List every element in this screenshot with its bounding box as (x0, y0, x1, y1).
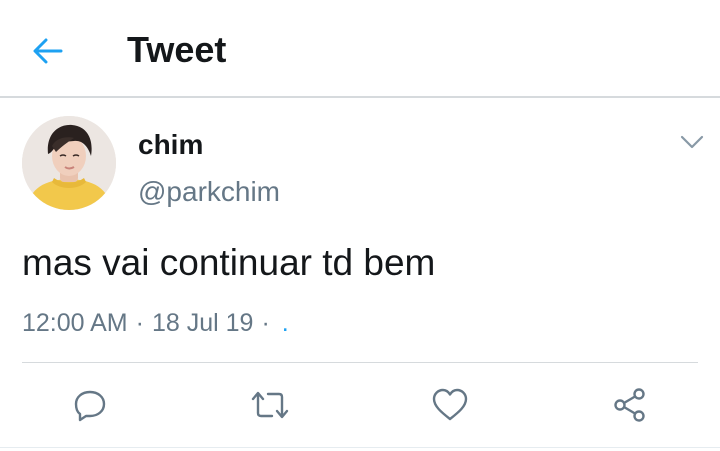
heart-icon (432, 388, 468, 421)
tweet-meta: 12:00 AM · 18 Jul 19 ·. (22, 308, 289, 338)
avatar[interactable] (22, 116, 116, 210)
user-handle[interactable]: @parkchim (138, 175, 280, 209)
display-name[interactable]: chim (138, 128, 203, 162)
share-icon (614, 388, 645, 422)
share-button[interactable] (610, 385, 650, 425)
back-button[interactable] (30, 33, 66, 69)
tweet-date: 18 Jul 19 (151, 309, 254, 337)
tweet-menu-button[interactable] (678, 130, 706, 154)
meta-separator: · (135, 309, 144, 337)
reply-button[interactable] (70, 385, 110, 425)
arrow-left-icon (33, 38, 63, 64)
retweet-button[interactable] (250, 385, 290, 425)
tweet-text: mas vai continuar td bem (22, 242, 436, 283)
like-button[interactable] (430, 385, 470, 425)
app-header: Tweet (0, 0, 720, 98)
tweet-actions (0, 363, 720, 445)
retweet-icon (251, 391, 289, 419)
chevron-down-icon (680, 135, 704, 149)
reply-icon (74, 390, 106, 422)
tweet-source-link[interactable]: . (282, 309, 289, 337)
tweet-time: 12:00 AM (22, 309, 128, 337)
meta-separator: · (261, 309, 270, 337)
page-title: Tweet (127, 29, 227, 70)
bottom-divider (0, 447, 720, 448)
profile-avatar-image (22, 116, 116, 210)
tweet-detail: chim @parkchim mas vai continuar td bem … (0, 98, 720, 451)
